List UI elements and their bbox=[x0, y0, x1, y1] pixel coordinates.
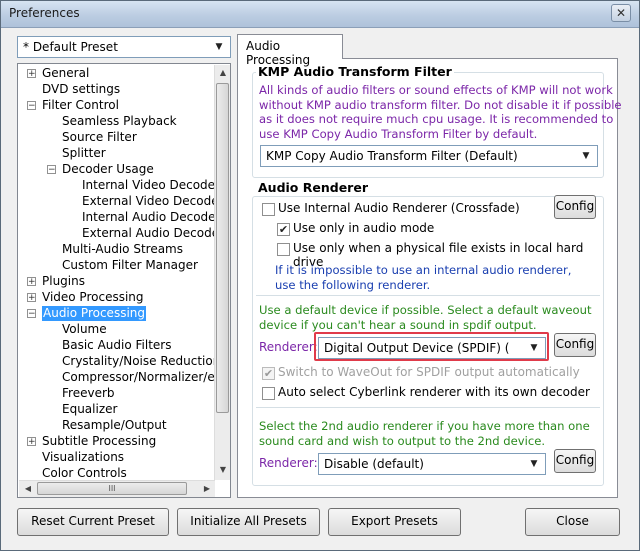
tree-item[interactable]: Visualizations bbox=[42, 450, 124, 465]
kmp-description: All kinds of audio filters or sound effe… bbox=[259, 83, 622, 141]
tree-item[interactable]: Splitter bbox=[62, 146, 106, 161]
only-physical-file-checkbox[interactable] bbox=[277, 243, 290, 256]
scroll-down-icon[interactable]: ▼ bbox=[216, 465, 230, 474]
kmp-description-line: as it does not require much cpu usage. I… bbox=[259, 112, 614, 126]
tree-item[interactable]: Source Filter bbox=[62, 130, 137, 145]
scroll-left-icon[interactable]: ◀ bbox=[21, 484, 35, 493]
switch-waveout-label: Switch to WaveOut for SPDIF output autom… bbox=[278, 365, 580, 379]
tree-item[interactable]: Freeverb bbox=[62, 386, 115, 401]
tree-item[interactable]: Internal Video Decoder bbox=[82, 178, 220, 193]
renderer2-label: Renderer: bbox=[259, 456, 318, 470]
default-device-line: device if you can't hear a sound in spdi… bbox=[259, 317, 537, 332]
renderer-divider bbox=[256, 295, 600, 296]
tree-item[interactable]: Audio Processing bbox=[42, 306, 146, 321]
auto-select-cyberlink-checkbox[interactable] bbox=[262, 387, 275, 400]
initialize-presets-button[interactable]: Initialize All Presets bbox=[177, 508, 320, 536]
use-internal-renderer-checkbox[interactable] bbox=[262, 203, 275, 216]
tree-item[interactable]: Equalizer bbox=[62, 402, 117, 417]
internal-renderer-config-button[interactable]: Config bbox=[554, 195, 596, 219]
preset-value: * Default Preset bbox=[23, 40, 118, 54]
use-internal-renderer-label: Use Internal Audio Renderer (Crossfade) bbox=[278, 201, 520, 215]
tree-expander-icon[interactable]: + bbox=[27, 277, 36, 287]
tab-panel: KMP Audio Transform Filter All kinds of … bbox=[237, 58, 622, 498]
tree-item[interactable]: Volume bbox=[62, 322, 107, 337]
tree-item[interactable]: Video Processing bbox=[42, 290, 144, 305]
tree-item[interactable]: External Audio Decoder bbox=[82, 226, 224, 241]
close-button[interactable]: Close bbox=[525, 508, 620, 536]
export-presets-button[interactable]: Export Presets bbox=[328, 508, 461, 536]
transform-filter-select[interactable]: KMP Copy Audio Transform Filter (Default… bbox=[260, 145, 598, 167]
tree-item[interactable]: Crystality/Noise Reduction bbox=[62, 354, 220, 369]
tree-item[interactable]: Basic Audio Filters bbox=[62, 338, 171, 353]
switch-waveout-checkbox[interactable]: ✔ bbox=[262, 367, 275, 380]
fallback-note-line: If it is impossible to use an internal a… bbox=[275, 263, 572, 277]
tree-expander-icon[interactable]: − bbox=[27, 101, 36, 111]
tree-expander-icon[interactable]: + bbox=[27, 293, 36, 303]
preferences-window: Preferences ✕ * Default Preset ▼ + Genera… bbox=[0, 0, 640, 551]
reset-preset-button[interactable]: Reset Current Preset bbox=[17, 508, 169, 536]
second-renderer-note: Select the 2nd audio renderer if you hav… bbox=[259, 419, 590, 448]
window-title: Preferences bbox=[9, 6, 80, 20]
tree-expander-icon[interactable]: + bbox=[27, 69, 36, 79]
tree-item[interactable]: Decoder Usage bbox=[62, 162, 154, 177]
audio-renderer-title: Audio Renderer bbox=[256, 180, 370, 195]
tree-expander-icon[interactable]: − bbox=[27, 309, 36, 319]
chevron-down-icon: ▼ bbox=[215, 42, 223, 52]
second-renderer-line: sound card and wish to output to the 2nd… bbox=[259, 433, 546, 448]
renderer-label: Renderer: bbox=[259, 340, 318, 354]
tree-item[interactable]: Seamless Playback bbox=[62, 114, 177, 129]
only-audio-mode-checkbox[interactable]: ✔ bbox=[277, 223, 290, 236]
tree-vertical-scroll-thumb[interactable] bbox=[216, 83, 229, 413]
tree-item[interactable]: Compressor/Normalizer/etc bbox=[62, 370, 226, 385]
only-audio-mode-label: Use only in audio mode bbox=[293, 221, 435, 235]
kmp-description-line: All kinds of audio filters or sound effe… bbox=[259, 83, 613, 97]
tree-expander-icon[interactable]: − bbox=[47, 165, 56, 175]
chevron-down-icon: ▼ bbox=[582, 151, 590, 161]
tree-item[interactable]: Resample/Output bbox=[62, 418, 167, 433]
fallback-note-line: use the following renderer. bbox=[275, 277, 431, 292]
highlight-box bbox=[314, 332, 549, 361]
chevron-down-icon: ▼ bbox=[530, 459, 538, 469]
tree-horizontal-scrollbar[interactable]: ◀ III ▶ bbox=[19, 480, 215, 497]
settings-tree[interactable]: + General DVD settings − Filter Control Seaml… bbox=[17, 63, 231, 498]
second-renderer-line: Select the 2nd audio renderer if you hav… bbox=[259, 419, 590, 433]
scroll-up-icon[interactable]: ▲ bbox=[216, 68, 230, 77]
preset-select[interactable]: * Default Preset ▼ bbox=[17, 36, 231, 58]
transform-filter-value: KMP Copy Audio Transform Filter (Default… bbox=[266, 149, 518, 163]
tree-item[interactable]: Color Controls bbox=[42, 466, 127, 481]
kmp-description-line: use KMP Copy Audio Transform Filter by d… bbox=[259, 126, 538, 141]
scroll-right-icon[interactable]: ▶ bbox=[200, 484, 214, 493]
tree-item[interactable]: Plugins bbox=[42, 274, 85, 289]
tree-item[interactable]: Filter Control bbox=[42, 98, 119, 113]
tree-item[interactable]: Custom Filter Manager bbox=[62, 258, 198, 273]
kmp-description-line: without KMP audio transform filter. Do n… bbox=[259, 97, 622, 112]
renderer2-select[interactable]: Disable (default) ▼ bbox=[318, 453, 546, 475]
second-renderer-divider bbox=[256, 407, 600, 408]
tree-horizontal-scroll-thumb[interactable]: III bbox=[37, 482, 187, 495]
tree-item[interactable]: Internal Audio Decoder bbox=[82, 210, 220, 225]
tree-item[interactable]: External Video Decoder bbox=[82, 194, 224, 209]
tree-expander-icon[interactable]: + bbox=[27, 437, 36, 447]
renderer-config-button[interactable]: Config bbox=[554, 333, 596, 357]
default-device-line: Use a default device if possible. Select… bbox=[259, 303, 592, 317]
title-bar[interactable]: Preferences ✕ bbox=[1, 1, 639, 28]
tree-item[interactable]: DVD settings bbox=[42, 82, 120, 97]
tree-item[interactable]: General bbox=[42, 66, 89, 81]
tab-audio-processing[interactable]: Audio Processing bbox=[237, 34, 343, 67]
close-icon[interactable]: ✕ bbox=[611, 4, 631, 22]
renderer2-value: Disable (default) bbox=[324, 457, 424, 471]
default-device-note: Use a default device if possible. Select… bbox=[259, 303, 592, 332]
fallback-renderer-note: If it is impossible to use an internal a… bbox=[275, 263, 571, 292]
renderer2-config-button[interactable]: Config bbox=[554, 449, 596, 473]
auto-select-cyberlink-label: Auto select Cyberlink renderer with its … bbox=[278, 385, 590, 399]
tree-item[interactable]: Multi-Audio Streams bbox=[62, 242, 183, 257]
tree-item[interactable]: Subtitle Processing bbox=[42, 434, 156, 449]
tree-vertical-scrollbar[interactable]: ▲ ▼ bbox=[214, 65, 230, 480]
tab-label: Audio Processing bbox=[246, 39, 311, 67]
